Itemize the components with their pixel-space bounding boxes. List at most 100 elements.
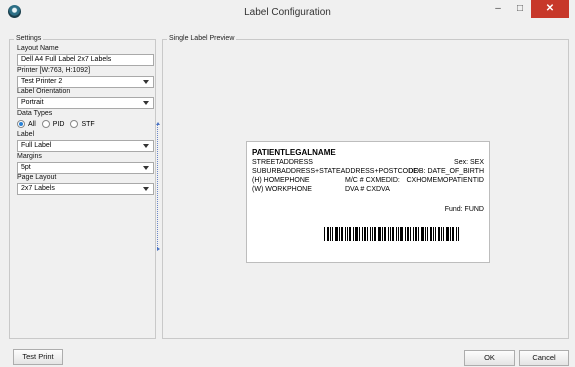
printer-select-value: Test Printer 2 <box>21 78 63 85</box>
barcode-bar <box>450 227 451 241</box>
barcode-bar <box>339 227 340 241</box>
barcode-bar <box>421 227 424 241</box>
orientation-label: Label Orientation <box>17 88 71 95</box>
radio-all[interactable] <box>17 120 25 128</box>
barcode-bar <box>398 227 399 241</box>
radio-pid[interactable] <box>41 120 50 128</box>
chevron-down-icon <box>143 144 149 148</box>
panel-splitter[interactable] <box>157 125 159 250</box>
barcode-bar <box>456 227 457 241</box>
barcode-bar <box>410 227 411 241</box>
barcode-bar <box>374 227 376 241</box>
barcode-bar <box>427 227 428 241</box>
barcode-bar <box>415 227 417 241</box>
ok-button[interactable]: OK <box>464 350 515 366</box>
barcode-bar <box>443 227 444 241</box>
margins-select[interactable]: 5pt <box>17 162 154 174</box>
barcode-bar <box>418 227 419 241</box>
dob-field: DOB: DATE_OF_BIRTH <box>408 168 484 175</box>
radio-stf[interactable] <box>70 120 79 128</box>
barcode-bar <box>353 227 354 241</box>
label-preview-card: PATIENTLEGALNAME STREETADDRESS Sex: SEX … <box>246 141 490 263</box>
barcode <box>324 227 460 241</box>
barcode-bar <box>425 227 426 241</box>
label-type-select[interactable]: Full Label <box>17 140 154 152</box>
close-button[interactable]: ✕ <box>531 0 569 18</box>
barcode-bar <box>359 227 360 241</box>
barcode-bar <box>405 227 406 241</box>
barcode-bar <box>330 227 331 241</box>
barcode-bar <box>327 227 329 241</box>
minimize-button[interactable]: – <box>487 0 509 18</box>
barcode-bar <box>446 227 449 241</box>
radio-stf-label: STF <box>81 120 95 128</box>
home-phone: (H) HOMEPHONE <box>252 177 310 184</box>
page-layout-label: Page Layout <box>17 174 57 181</box>
barcode-bar <box>458 227 459 241</box>
barcode-bar <box>396 227 397 241</box>
barcode-bar <box>388 227 389 241</box>
barcode-bar <box>362 227 363 241</box>
margins-label: Margins <box>17 153 42 160</box>
page-layout-select[interactable]: 2x7 Labels <box>17 183 154 195</box>
patient-name: PATIENTLEGALNAME <box>252 148 336 157</box>
test-print-button[interactable]: Test Print <box>13 349 63 365</box>
barcode-bar <box>332 227 333 241</box>
barcode-bar <box>341 227 343 241</box>
street-address: STREETADDRESS <box>252 159 313 166</box>
page-layout-select-value: 2x7 Labels <box>21 185 55 192</box>
title-bar: Label Configuration – □ ✕ <box>0 0 575 24</box>
medicare-field: M/C # CXMEDID: <box>345 177 400 184</box>
chevron-down-icon <box>143 101 149 105</box>
barcode-bar <box>347 227 348 241</box>
settings-group-title: Settings <box>14 35 44 42</box>
radio-all-label: All <box>28 120 36 128</box>
work-phone: (W) WORKPHONE <box>252 186 312 193</box>
barcode-bar <box>430 227 432 241</box>
cancel-button[interactable]: Cancel <box>519 350 569 366</box>
margins-select-value: 5pt <box>21 164 31 171</box>
radio-pid-label: PID <box>52 120 65 128</box>
barcode-bar <box>438 227 440 241</box>
splitter-right-arrow-icon[interactable] <box>157 247 160 251</box>
orientation-select[interactable]: Portrait <box>17 97 154 109</box>
barcode-bar <box>324 227 325 241</box>
barcode-bar <box>345 227 346 241</box>
barcode-bar <box>335 227 338 241</box>
barcode-bar <box>407 227 409 241</box>
dva-field: DVA # CXDVA <box>345 186 390 193</box>
barcode-bar <box>433 227 434 241</box>
chevron-down-icon <box>143 187 149 191</box>
chevron-down-icon <box>143 80 149 84</box>
fund-field: Fund: FUND <box>444 206 484 213</box>
barcode-bar <box>364 227 366 241</box>
data-types-radio-group: All PID STF <box>17 119 101 129</box>
data-types-label: Data Types <box>17 110 53 117</box>
suburb-line: SUBURBADDRESS+STATEADDRESS+POSTCODE <box>252 168 418 175</box>
barcode-bar <box>372 227 373 241</box>
chevron-down-icon <box>143 166 149 170</box>
printer-select[interactable]: Test Printer 2 <box>17 76 154 88</box>
barcode-bar <box>349 227 351 241</box>
barcode-bar <box>452 227 454 241</box>
label-type-label: Label <box>17 131 35 138</box>
layout-name-label: Layout Name <box>17 45 59 52</box>
barcode-bar <box>392 227 394 241</box>
barcode-bar <box>441 227 442 241</box>
preview-group-title: Single Label Preview <box>167 35 237 42</box>
maximize-button[interactable]: □ <box>509 0 531 18</box>
barcode-bar <box>400 227 403 241</box>
barcode-bar <box>390 227 391 241</box>
barcode-bar <box>382 227 383 241</box>
printer-label: Printer [W:763, H:1092] <box>17 67 91 74</box>
barcode-bar <box>435 227 436 241</box>
barcode-bar <box>413 227 414 241</box>
orientation-select-value: Portrait <box>21 99 44 106</box>
barcode-bar <box>355 227 358 241</box>
barcode-bar <box>367 227 368 241</box>
dialog-body: Settings Layout Name Dell A4 Full Label … <box>0 24 575 367</box>
label-type-select-value: Full Label <box>21 142 52 149</box>
barcode-bar <box>384 227 386 241</box>
layout-name-input[interactable]: Dell A4 Full Label 2x7 Labels <box>17 54 154 66</box>
sex-field: Sex: SEX <box>454 159 484 166</box>
